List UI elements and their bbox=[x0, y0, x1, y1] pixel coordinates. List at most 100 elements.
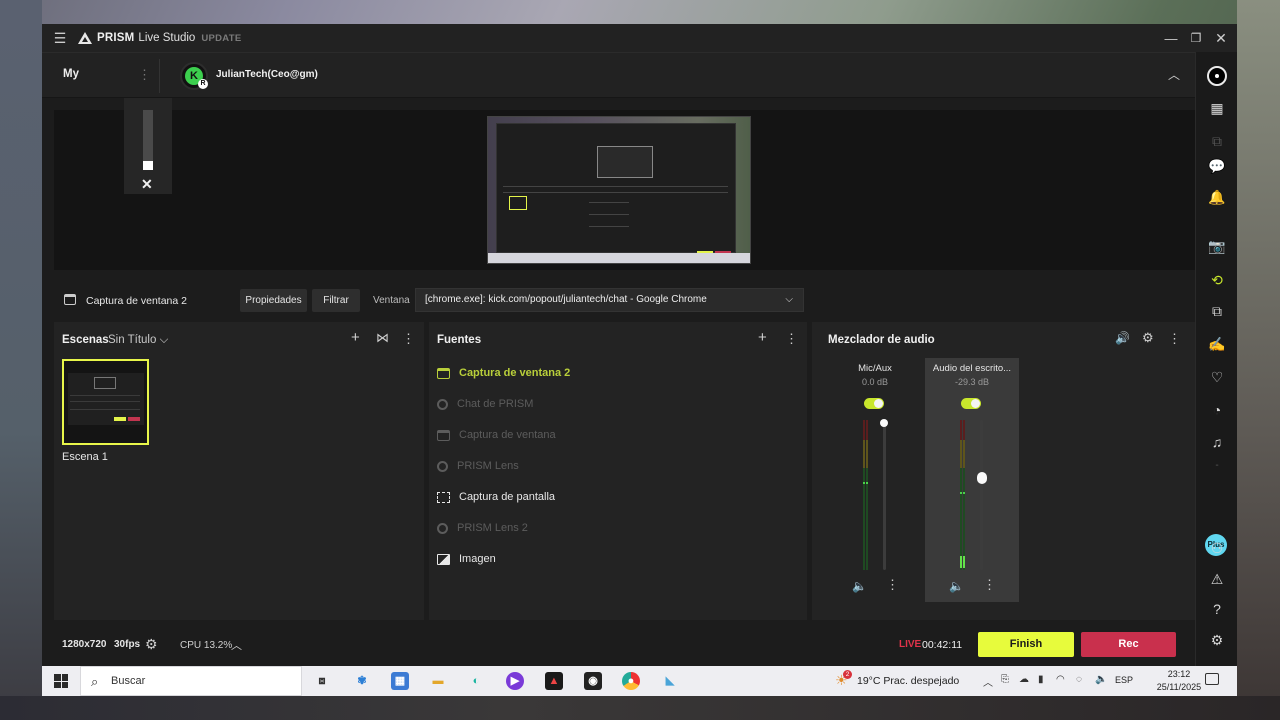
wifi-icon[interactable]: ◌ bbox=[1076, 674, 1082, 685]
scene-thumbnail[interactable] bbox=[62, 359, 149, 445]
source-item[interactable]: Captura de pantalla bbox=[437, 487, 555, 507]
channel-toggle[interactable] bbox=[961, 398, 981, 409]
hamburger-menu-icon[interactable]: ☰ bbox=[42, 30, 78, 47]
volume-fader-track[interactable] bbox=[980, 420, 983, 570]
channel-avatar[interactable]: K R bbox=[180, 62, 208, 90]
thumb-row bbox=[70, 401, 140, 402]
properties-button[interactable]: Propiedades bbox=[240, 289, 307, 312]
calculator-icon[interactable]: ▦ bbox=[391, 672, 409, 690]
weather-text[interactable]: 19°C Prac. despejado bbox=[857, 675, 959, 687]
rec-button[interactable]: Rec bbox=[1081, 632, 1176, 657]
preview-row bbox=[503, 192, 728, 193]
notification-icon[interactable] bbox=[1205, 673, 1219, 685]
source-label: Captura de pantalla bbox=[459, 491, 556, 503]
sticker-icon[interactable]: ◔ bbox=[1208, 401, 1226, 419]
close-icon[interactable]: ✕ bbox=[1208, 24, 1234, 52]
screen-capture-icon bbox=[437, 491, 450, 503]
chrome-icon[interactable]: ● bbox=[622, 672, 640, 690]
source-item[interactable]: PRISM Lens bbox=[437, 456, 519, 476]
source-item[interactable]: Captura de ventana bbox=[437, 425, 556, 445]
group-icon[interactable]: ⚇ bbox=[1208, 539, 1226, 557]
alert-icon[interactable]: ⚠ bbox=[1208, 570, 1226, 588]
signature-icon[interactable]: ✍ bbox=[1208, 335, 1226, 353]
preview-row bbox=[503, 186, 728, 187]
more-options-icon[interactable]: ⋮ bbox=[402, 332, 415, 345]
divider bbox=[159, 59, 160, 93]
chevron-up-icon[interactable]: ︿ bbox=[1168, 66, 1180, 83]
minimize-icon[interactable]: — bbox=[1158, 24, 1184, 52]
volume-slider-fill[interactable] bbox=[143, 161, 153, 170]
window-select[interactable]: [chrome.exe]: kick.com/popout/juliantech… bbox=[415, 288, 804, 312]
bell-icon[interactable]: 🔔 bbox=[1208, 188, 1226, 206]
app-icon-5[interactable]: ◣ bbox=[661, 672, 679, 690]
app-icon-3[interactable]: ▶ bbox=[506, 672, 524, 690]
right-sidebar: ▦ ⧉ 💬 🔔 📷 ⟲ ⧉ ✍ ♡ ◔ ♫ - Plus ⚇ ⚠ ? ⚙ bbox=[1195, 52, 1237, 666]
add-source-icon[interactable]: + bbox=[758, 330, 767, 345]
volume-fader-knob[interactable] bbox=[977, 472, 987, 484]
device-icon[interactable]: ⎘ bbox=[1001, 674, 1009, 685]
speaker-icon[interactable]: 🔊 bbox=[1115, 332, 1130, 344]
close-icon[interactable]: ✕ bbox=[141, 176, 153, 193]
language-indicator[interactable]: ESP bbox=[1115, 675, 1133, 685]
app-icon-2[interactable]: ◐ bbox=[467, 672, 485, 690]
cloud-icon[interactable]: ☁ bbox=[1019, 674, 1029, 685]
layout-icon[interactable]: ▦ bbox=[1208, 99, 1226, 117]
more-options-icon[interactable]: ⋮ bbox=[1168, 332, 1181, 345]
app-icon-1[interactable]: ✾ bbox=[353, 672, 371, 690]
preview-nested-preview bbox=[597, 146, 653, 178]
preview-area[interactable] bbox=[54, 110, 1195, 270]
heart-icon[interactable]: ♡ bbox=[1208, 368, 1226, 386]
thumb-row bbox=[70, 395, 140, 396]
source-item[interactable]: PRISM Lens 2 bbox=[437, 518, 528, 538]
more-options-icon[interactable]: ⋮ bbox=[983, 577, 996, 593]
selected-source-name: Captura de ventana 2 bbox=[86, 295, 187, 307]
source-item[interactable]: Imagen bbox=[437, 549, 496, 569]
finish-button[interactable]: Finish bbox=[978, 632, 1074, 657]
chevron-up-icon[interactable]: ︿ bbox=[231, 637, 242, 653]
volume-fader-track[interactable] bbox=[883, 420, 886, 570]
restore-icon[interactable]: ❐ bbox=[1183, 24, 1209, 52]
gear-icon[interactable]: ⚙ bbox=[145, 636, 158, 653]
scene-name[interactable]: Escena 1 bbox=[62, 451, 108, 463]
headset-icon[interactable]: ◠ bbox=[1056, 674, 1065, 685]
more-options-icon[interactable]: ⋮ bbox=[138, 68, 151, 81]
gear-icon[interactable]: ⚙ bbox=[1208, 631, 1226, 649]
prism-taskbar-icon[interactable]: ▲ bbox=[545, 672, 563, 690]
task-view-icon[interactable]: ⧈ bbox=[313, 672, 331, 690]
windows-start-icon[interactable] bbox=[54, 674, 68, 688]
speaker-icon[interactable]: 🔈 bbox=[852, 579, 867, 593]
taskbar-search[interactable]: ⌕ Buscar bbox=[80, 666, 302, 696]
record-icon[interactable] bbox=[1207, 66, 1227, 86]
camera-icon[interactable]: 📷 bbox=[1208, 237, 1226, 255]
speaker-icon[interactable]: 🔈 bbox=[949, 579, 964, 593]
duplicate-icon[interactable]: ⧉ bbox=[1208, 132, 1226, 150]
gear-icon[interactable]: ⚙ bbox=[1142, 331, 1154, 344]
source-item[interactable]: Chat de PRISM bbox=[437, 394, 533, 414]
chevron-up-icon[interactable]: ︿ bbox=[983, 674, 993, 689]
music-icon[interactable]: ♫ bbox=[1208, 433, 1226, 451]
add-scene-icon[interactable]: + bbox=[351, 330, 360, 345]
update-link[interactable]: UPDATE bbox=[201, 33, 241, 44]
filter-button[interactable]: Filtrar bbox=[312, 289, 360, 312]
app-name: PRISM bbox=[97, 32, 135, 44]
clock-date[interactable]: 25/11/2025 bbox=[1155, 682, 1203, 692]
thumb-preview bbox=[94, 377, 116, 389]
overlay-icon[interactable]: ⧉ bbox=[1208, 302, 1226, 320]
more-options-icon[interactable]: ⋮ bbox=[886, 577, 899, 593]
volume-fader-knob[interactable] bbox=[880, 419, 888, 427]
file-explorer-icon[interactable]: ▬ bbox=[429, 672, 447, 690]
volume-icon[interactable]: 🔈 bbox=[1095, 674, 1107, 685]
desktop-wallpaper-left bbox=[0, 0, 42, 720]
scene-collection-selector[interactable]: Sin Título ⌵ bbox=[108, 334, 168, 347]
more-options-icon[interactable]: ⋮ bbox=[785, 332, 798, 345]
effects-icon[interactable]: ⟲ bbox=[1208, 271, 1226, 289]
clock-time[interactable]: 23:12 bbox=[1155, 669, 1203, 679]
transition-icon[interactable]: ⋈ bbox=[376, 331, 389, 344]
preview-canvas[interactable] bbox=[487, 116, 751, 264]
usb-icon[interactable]: ▮ bbox=[1038, 674, 1044, 685]
channel-toggle[interactable] bbox=[864, 398, 884, 409]
chat-icon[interactable]: 💬 bbox=[1208, 157, 1226, 175]
app-icon-4[interactable]: ◉ bbox=[584, 672, 602, 690]
help-icon[interactable]: ? bbox=[1208, 600, 1226, 618]
source-item[interactable]: Captura de ventana 2 bbox=[437, 363, 570, 383]
